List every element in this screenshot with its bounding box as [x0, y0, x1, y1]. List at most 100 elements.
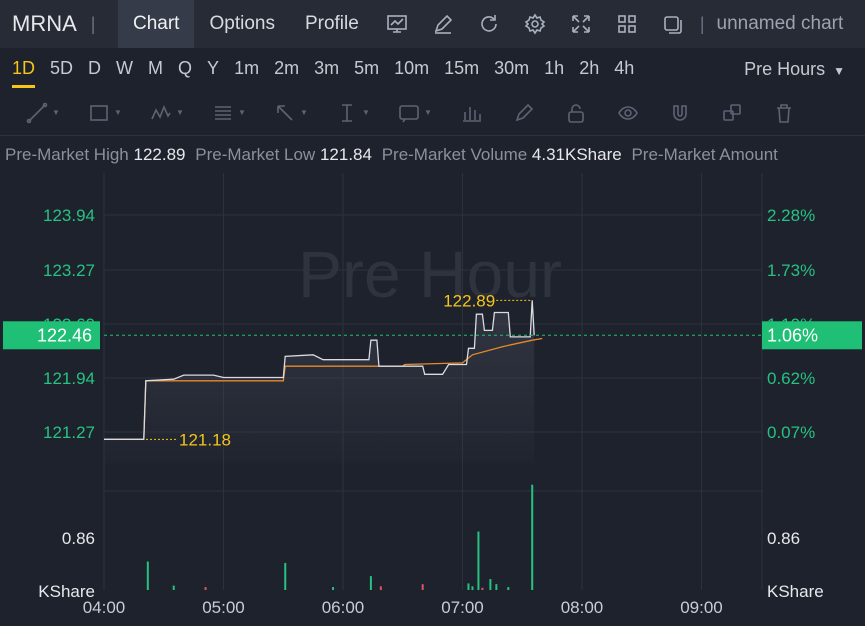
volume-bar	[146, 561, 149, 590]
pencil-icon[interactable]	[500, 93, 548, 133]
x-axis-tick: 07:00	[441, 598, 484, 617]
pattern-icon[interactable]: ▼	[138, 93, 196, 133]
volume-bar	[489, 579, 492, 590]
fullscreen-icon[interactable]	[558, 0, 604, 48]
y-axis-left-tick: 123.94	[43, 206, 95, 225]
refresh-icon[interactable]	[466, 0, 512, 48]
edit-icon[interactable]	[420, 0, 466, 48]
volume-bar	[379, 586, 382, 590]
layers-icon[interactable]	[708, 93, 756, 133]
tab-profile[interactable]: Profile	[290, 0, 374, 48]
separator: |	[699, 13, 705, 34]
volume-bar	[495, 584, 498, 590]
session-dropdown[interactable]: Pre Hours ▼	[744, 48, 845, 90]
rectangle-icon[interactable]: ▼	[76, 93, 134, 133]
price-area	[104, 300, 535, 463]
lock-icon[interactable]	[552, 93, 600, 133]
caret-down-icon: ▼	[833, 64, 845, 78]
period-m[interactable]: M	[148, 48, 163, 90]
volume-bar	[172, 585, 175, 590]
period-3m[interactable]: 3m	[314, 48, 339, 90]
period-5m[interactable]: 5m	[354, 48, 379, 90]
period-10m[interactable]: 10m	[394, 48, 429, 90]
watermark: Pre Hour	[298, 237, 562, 311]
y-axis-left-tick: 123.27	[43, 261, 95, 280]
text-note-icon[interactable]: ▼	[386, 93, 444, 133]
top-toolbar: MRNA | Chart Options Profile | unnamed c…	[0, 0, 865, 48]
volume-bar	[531, 484, 534, 590]
volume-value: 4.31KShare	[531, 145, 622, 164]
y-axis-right-tick: 0.62%	[767, 369, 815, 388]
period-5d[interactable]: 5D	[50, 48, 73, 90]
x-axis-tick: 06:00	[322, 598, 365, 617]
period-30m[interactable]: 30m	[494, 48, 529, 90]
low-label: Pre-Market Low	[195, 145, 316, 164]
x-axis-tick: 04:00	[83, 598, 126, 617]
x-axis-tick: 09:00	[680, 598, 723, 617]
separator: |	[90, 13, 96, 34]
volume-bar	[369, 576, 372, 590]
high-value: 122.89	[133, 145, 186, 164]
volume-axis-tick: 0.86	[62, 529, 95, 548]
fib-icon[interactable]: ▼	[200, 93, 258, 133]
y-axis-right-tick: 1.73%	[767, 261, 815, 280]
trend-line-icon[interactable]: ▼	[14, 93, 72, 133]
chart-name-label: unnamed chart	[716, 13, 844, 34]
y-axis-left-tick: 121.27	[43, 423, 95, 442]
volume-unit-right: KShare	[767, 582, 824, 601]
volume-bar	[467, 583, 470, 590]
x-axis-tick: 05:00	[202, 598, 245, 617]
volume-bar	[284, 562, 287, 590]
period-d[interactable]: D	[88, 48, 101, 90]
high-marker-label: 122.89	[443, 291, 495, 310]
measure-icon[interactable]: ▼	[324, 93, 382, 133]
settings-icon[interactable]	[512, 0, 558, 48]
magnet-icon[interactable]	[656, 93, 704, 133]
drawing-toolbar: ▼ ▼ ▼ ▼ ▼ ▼ ▼	[0, 90, 865, 136]
period-2h[interactable]: 2h	[579, 48, 599, 90]
tab-options[interactable]: Options	[194, 0, 289, 48]
bars-icon[interactable]	[448, 93, 496, 133]
y-axis-right-tick: 2.28%	[767, 206, 815, 225]
symbol-label: MRNA	[12, 11, 77, 36]
volume-bars	[146, 484, 534, 590]
volume-bar	[421, 584, 424, 590]
period-4h[interactable]: 4h	[614, 48, 634, 90]
chart-type-icon[interactable]	[374, 0, 420, 48]
volume-bar	[471, 586, 474, 590]
x-axis-tick: 08:00	[561, 598, 604, 617]
low-marker-label: 121.18	[179, 430, 231, 449]
volume-bar	[481, 587, 484, 590]
layout-grid-icon[interactable]	[604, 0, 650, 48]
period-q[interactable]: Q	[178, 48, 192, 90]
pre-market-info: Pre-Market High 122.89 Pre-Market Low 12…	[0, 137, 865, 173]
volume-bar	[507, 587, 510, 590]
period-1h[interactable]: 1h	[544, 48, 564, 90]
period-y[interactable]: Y	[207, 48, 219, 90]
period-bar: 1D 5D D W M Q Y 1m 2m 3m 5m 10m 15m 30m …	[0, 48, 865, 90]
tab-chart[interactable]: Chart	[118, 0, 195, 48]
current-pct-label: 1.06%	[767, 325, 818, 345]
period-2m[interactable]: 2m	[274, 48, 299, 90]
low-value: 121.84	[319, 145, 372, 164]
period-1d[interactable]: 1D	[12, 48, 36, 90]
chart-name[interactable]: | unnamed chart	[700, 13, 843, 35]
y-axis-right-tick: 0.07%	[767, 423, 815, 442]
period-w[interactable]: W	[116, 48, 133, 90]
arrow-icon[interactable]: ▼	[262, 93, 320, 133]
windows-icon[interactable]	[650, 0, 696, 48]
y-axis-left-tick: 121.94	[43, 369, 95, 388]
current-price-label: 122.46	[37, 325, 92, 345]
volume-bar	[332, 587, 335, 590]
symbol-selector[interactable]: MRNA |	[0, 11, 118, 37]
high-label: Pre-Market High	[5, 145, 129, 164]
price-chart[interactable]: Pre Hour 122.89 121.18 123.94 123.27 121.94…	[0, 173, 865, 626]
period-1m[interactable]: 1m	[234, 48, 259, 90]
session-label: Pre Hours	[744, 59, 826, 79]
eye-icon[interactable]	[604, 93, 652, 133]
trash-icon[interactable]	[760, 93, 808, 133]
amount-label: Pre-Market Amount	[631, 145, 778, 164]
volume-bar	[477, 531, 480, 590]
period-15m[interactable]: 15m	[444, 48, 479, 90]
volume-axis-tick: 0.86	[767, 529, 800, 548]
